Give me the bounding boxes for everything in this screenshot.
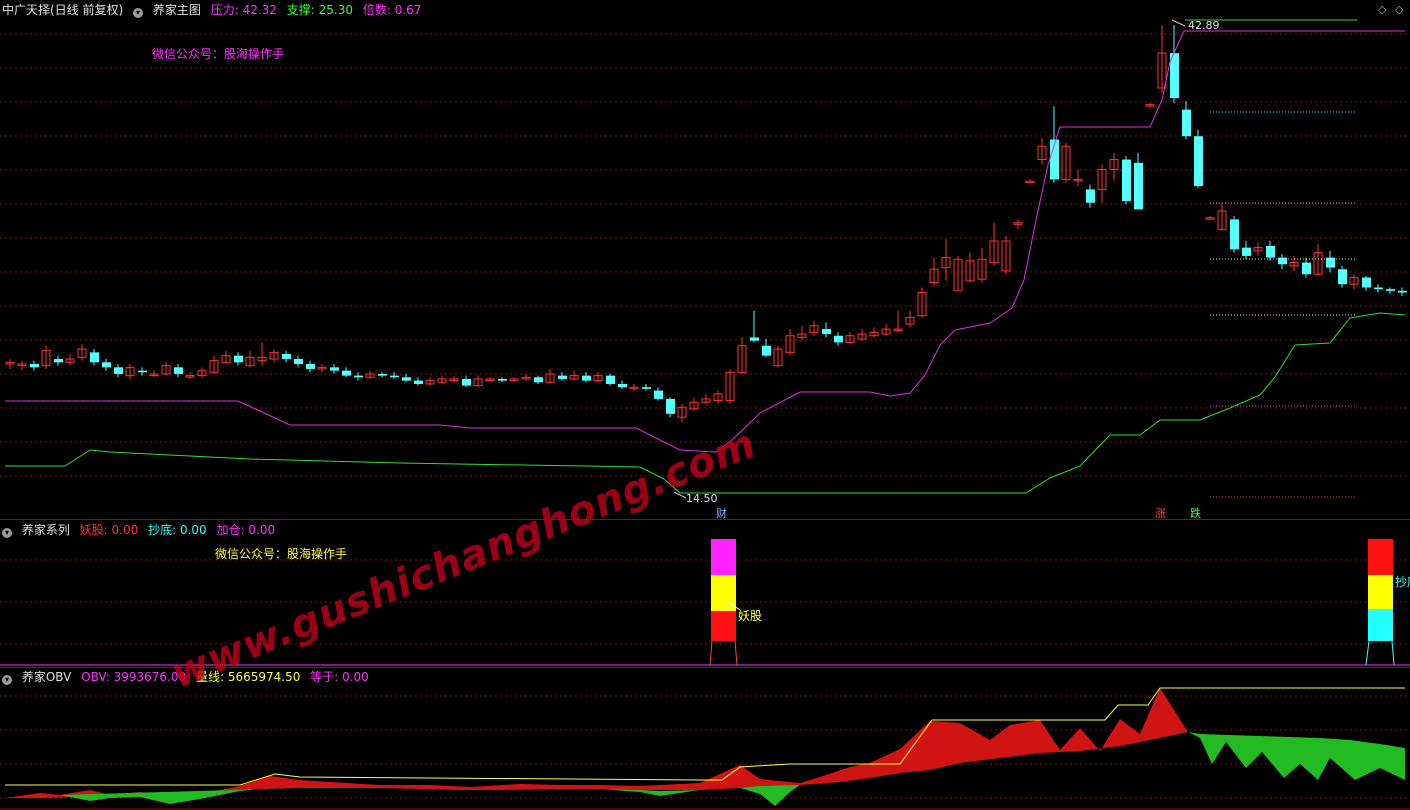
candle-body-down <box>102 362 111 368</box>
candle-body-down <box>498 378 507 381</box>
indicator-menu-icon[interactable]: ▾ <box>2 675 12 685</box>
indicator-name[interactable]: 养家主图 <box>153 3 201 17</box>
low-price-label: 14.50 <box>686 492 718 505</box>
candle-body-down <box>1398 290 1407 293</box>
multiple-label: 倍数: <box>362 3 391 17</box>
yaogu-label: 妖股: <box>79 523 108 537</box>
candle-body-down <box>1230 219 1239 250</box>
tag-zhang[interactable]: 涨 <box>1155 505 1166 519</box>
high-price-label: 42.89 <box>1188 19 1220 32</box>
wechat-note-main: 微信公众号：股海操作手 <box>152 47 285 61</box>
obv-green-area <box>600 789 700 796</box>
candle-body-down <box>294 359 303 364</box>
candle-body-down <box>1134 162 1143 210</box>
multiple-value: 0.67 <box>394 3 422 17</box>
candle-body-down <box>1266 245 1275 258</box>
indicator-name[interactable]: 养家OBV <box>22 670 72 684</box>
candle-body-down <box>174 367 183 374</box>
equal-value: 0.00 <box>342 670 369 684</box>
indicator-menu-icon[interactable]: ▾ <box>133 8 144 18</box>
candle-body-down <box>330 367 339 371</box>
tag-die[interactable]: 跌 <box>1190 505 1201 519</box>
candle-body-down <box>558 375 567 379</box>
main-panel-header: 中广天择(日线 前复权) ▾ 养家主图 压力: 42.32 支撑: 25.30 … <box>2 2 427 18</box>
signal-yaogu-label: 妖股 <box>738 609 763 623</box>
tag-cai[interactable]: 财 <box>716 505 727 519</box>
obv-green-area <box>60 788 300 804</box>
pressure-label: 压力: <box>210 3 239 17</box>
jiacang-label: 加仓: <box>216 523 245 537</box>
candle-body-down <box>534 377 543 383</box>
candle-body-down <box>282 354 291 360</box>
chaodi-label: 抄底: <box>148 523 177 537</box>
stock-name: 中广天择(日线 前复权) <box>2 3 124 17</box>
candle-body-down <box>462 378 471 386</box>
candle-body-down <box>402 377 411 381</box>
indicator-name[interactable]: 养家系列 <box>22 523 70 537</box>
candle-body-down <box>606 375 615 384</box>
candle-body-down <box>414 380 423 384</box>
candle-body-down <box>1086 189 1095 203</box>
signal-chaodi-label: 抄底 <box>1395 575 1410 589</box>
wechat-note-system: 微信公众号：股海操作手 <box>215 547 348 561</box>
candle-body-down <box>642 387 651 389</box>
equal-label: 等于: <box>310 670 339 684</box>
obv-chart[interactable] <box>0 668 1410 810</box>
candle-body-down <box>138 370 147 373</box>
candle-body-down <box>1386 289 1395 291</box>
collapse-icon[interactable]: ◇ <box>1395 3 1403 16</box>
candle-body-down <box>1194 136 1203 187</box>
candle-body-down <box>666 398 675 414</box>
candle-body-down <box>378 373 387 376</box>
signal-block <box>711 575 736 611</box>
candle-body-down <box>342 370 351 376</box>
system-panel-header: ▾ 养家系列 妖股: 0.00 抄底: 0.00 加仓: 0.00 <box>2 522 281 538</box>
jiacang-value: 0.00 <box>248 523 276 537</box>
candle-body-down <box>234 355 243 363</box>
candle-body-down <box>1242 247 1251 256</box>
obv-indicator-panel[interactable]: ▾ 养家OBV OBV: 3993676.00 量线: 5665974.50 等… <box>0 668 1410 810</box>
candle-body-down <box>834 335 843 343</box>
candle-body-down <box>618 383 627 388</box>
candle-body-down <box>582 375 591 381</box>
signal-block <box>711 611 736 641</box>
indicator-menu-icon[interactable]: ▾ <box>2 528 12 538</box>
signal-block <box>1368 539 1393 575</box>
yaogu-value: 0.00 <box>111 523 139 537</box>
signal-block <box>1368 575 1393 609</box>
chaodi-value: 0.00 <box>179 523 207 537</box>
candle-body-down <box>762 345 771 356</box>
candle-body-down <box>1374 287 1383 290</box>
candle-body-down <box>750 337 759 341</box>
candle-body-down <box>90 352 99 363</box>
signal-leg <box>1365 640 1395 666</box>
obv-green-area <box>740 785 800 806</box>
candle-body-down <box>1182 109 1191 137</box>
obv-label: OBV: <box>81 670 110 684</box>
candle-body-down <box>1362 277 1371 288</box>
candle-body-down <box>390 375 399 378</box>
volume-line <box>5 687 1405 786</box>
candle-body-down <box>654 390 663 399</box>
candle-body-down <box>354 375 363 378</box>
obv-red-area <box>5 688 1188 798</box>
support-value: 25.30 <box>318 3 353 17</box>
signal-block <box>711 539 736 575</box>
candle-body-down <box>1338 269 1347 285</box>
expand-icon[interactable]: ◇ <box>1378 3 1386 16</box>
candle-body-down <box>30 363 39 368</box>
obv-green-area <box>1188 732 1405 780</box>
candle-body-down <box>822 329 831 335</box>
candle-body-down <box>306 363 315 369</box>
pressure-value: 42.32 <box>242 3 277 17</box>
candle-body-down <box>54 359 63 363</box>
candle-body-down <box>1122 159 1131 202</box>
signal-block <box>1368 609 1393 641</box>
support-label: 支撑: <box>286 3 315 17</box>
candle-body-down <box>1302 262 1311 275</box>
signal-leg <box>709 640 738 666</box>
pressure-line <box>5 30 1405 453</box>
candle-body-down <box>114 367 123 374</box>
